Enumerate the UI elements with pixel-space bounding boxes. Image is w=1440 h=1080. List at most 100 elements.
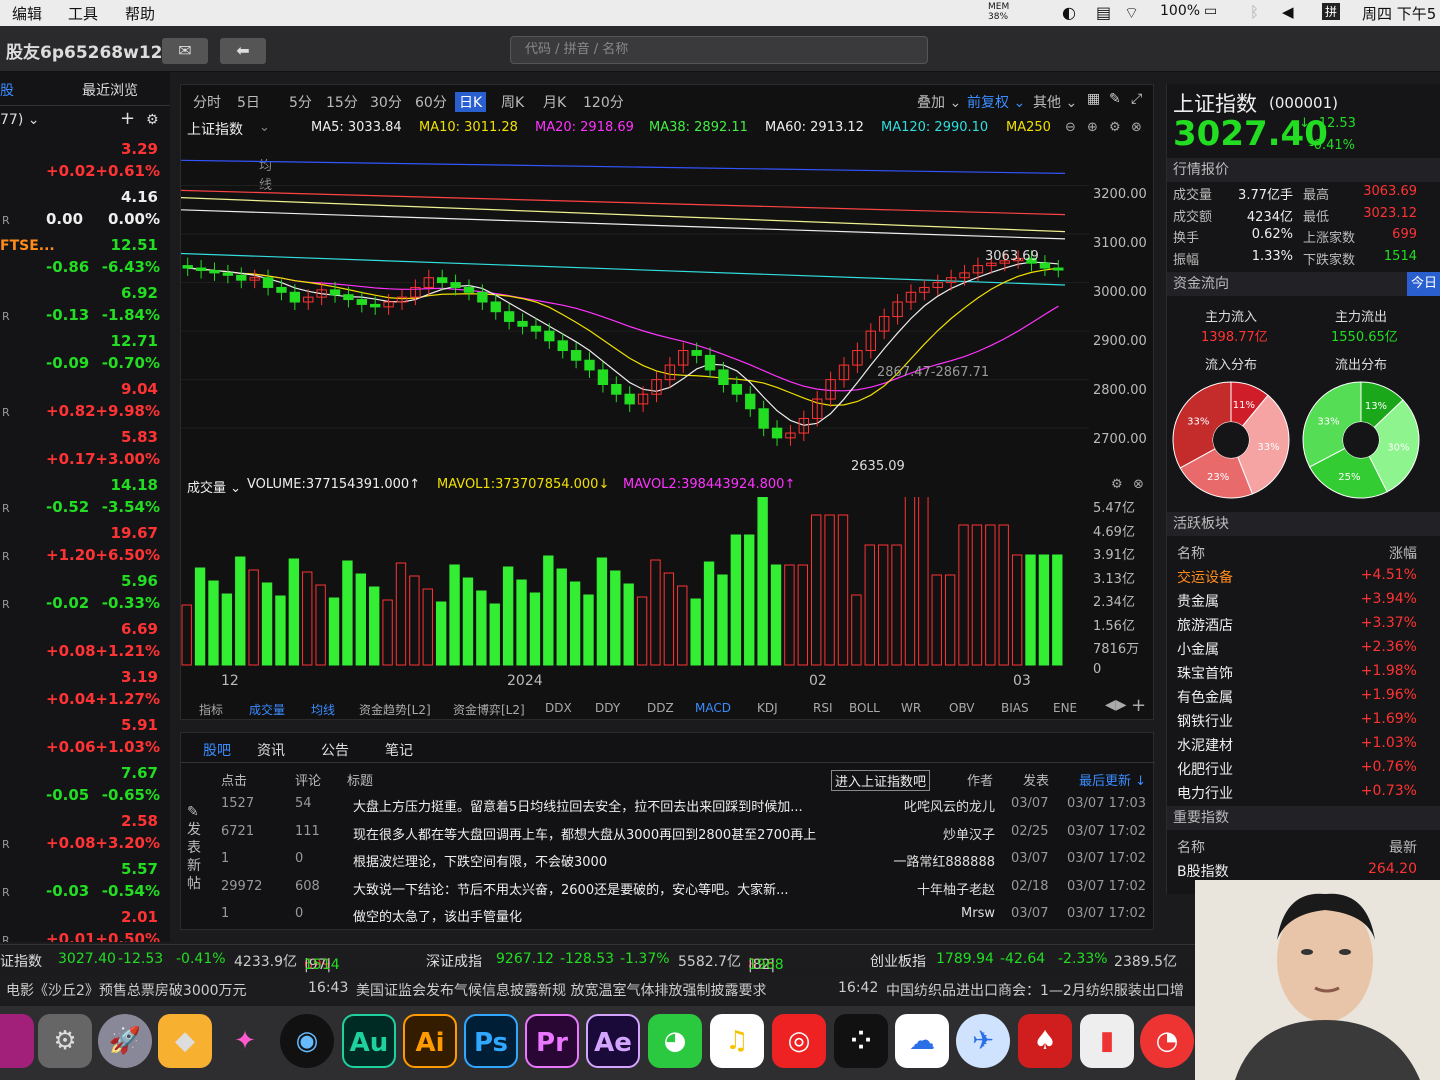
sector-row[interactable]: 小金属 +2.36% [1167, 636, 1440, 660]
stock-row[interactable]: 3.19 +0.04 +1.27% [0, 668, 170, 716]
settings-icon[interactable]: ⚙ [1109, 120, 1121, 135]
post-author[interactable]: Mrsw [881, 906, 995, 921]
indicator-tab[interactable]: RSI [813, 701, 833, 715]
period-tab[interactable]: 月K [543, 92, 566, 112]
col-clicks[interactable]: 点击 [221, 770, 247, 789]
draw-icon[interactable]: ✎ [1109, 91, 1121, 107]
forum-row[interactable]: 1 0 根据波烂理论，下跌空间有限，不会破3000 一路常红888888 03/07 03… [181, 846, 1155, 873]
username[interactable]: 股友6p65268w12 [6, 38, 163, 63]
volume-close-icon[interactable]: ⊗ [1133, 477, 1144, 492]
post-title[interactable]: 根据波烂理论，下跌空间有限，不会破3000 [353, 851, 853, 870]
indicator-tab[interactable]: DDX [545, 701, 572, 715]
period-tab[interactable]: 60分 [415, 92, 447, 112]
baidu-netdisk-icon[interactable]: ☁ [895, 1014, 949, 1068]
tab-self[interactable]: 股 [0, 80, 14, 100]
system-prefs-icon[interactable]: ⚙ [38, 1014, 92, 1068]
indicator-tab[interactable]: DDY [595, 701, 620, 715]
period-tab[interactable]: 15分 [326, 92, 358, 112]
illustrator-icon[interactable]: Ai [403, 1014, 457, 1068]
wifi-icon[interactable]: ⌔ [1124, 3, 1139, 23]
period-tab[interactable]: 日K [455, 92, 487, 112]
volume-dropdown[interactable]: 成交量 ⌄ [187, 477, 241, 496]
forum-row[interactable]: 1527 54 大盘上方压力挺重。留意着5日均线拉回去安全，拉不回去出来回踩到时候加… [181, 791, 1155, 818]
stock-row[interactable]: 19.67 +1.20 +6.50% R [0, 524, 170, 572]
forum-tab[interactable]: 资讯 [257, 740, 285, 760]
group-selector[interactable]: 77) ⌄ + ⚙ [0, 108, 170, 132]
chart-app-icon[interactable]: ▮ [1080, 1014, 1134, 1068]
key-index-row[interactable]: B股指数 264.20 [1167, 858, 1440, 882]
photoshop-icon[interactable]: Ps [464, 1014, 518, 1068]
clock[interactable]: 周四 下午5 [1362, 3, 1436, 24]
indicator-tab[interactable]: 成交量 [249, 701, 285, 718]
col-updated[interactable]: 最后更新 ↓ [1079, 770, 1146, 789]
sketch-icon[interactable]: ◆ [158, 1014, 212, 1068]
tab-recent[interactable]: 最近浏览 [82, 80, 138, 100]
monitor-icon[interactable]: ▤ [1096, 3, 1111, 22]
stock-row[interactable]: 6.69 +0.08 +1.21% [0, 620, 170, 668]
qqmusic-icon[interactable]: ♫ [710, 1014, 764, 1068]
sector-row[interactable]: 有色金属 +1.96% [1167, 684, 1440, 708]
back-arrow-icon[interactable]: ⬅ [220, 38, 266, 64]
stock-row[interactable]: 7.67 -0.05 -0.65% [0, 764, 170, 812]
search-input[interactable]: 代码 / 拼音 / 名称 [510, 36, 928, 64]
close-icon[interactable]: ⊗ [1131, 120, 1142, 135]
post-title[interactable]: 大盘上方压力挺重。留意着5日均线拉回去安全，拉不回去出来回踩到时候加... [353, 796, 853, 815]
period-tab[interactable]: 分时 [193, 92, 221, 112]
post-title[interactable]: 大致说一下结论：节后不用太兴奋，2600还是要破的，安心等吧。大家新... [353, 879, 853, 898]
collapse-icon[interactable]: ⊖ [1065, 120, 1076, 135]
menu-edit[interactable]: 编辑 [12, 3, 42, 24]
volume-chart[interactable] [181, 497, 1089, 669]
wechat-icon[interactable]: ◕ [648, 1014, 702, 1068]
sector-row[interactable]: 交运设备 +4.51% [1167, 564, 1440, 588]
sparkle-icon[interactable]: ✦ [218, 1014, 272, 1068]
post-author[interactable]: 叱咤风云的龙儿 [881, 796, 995, 815]
stock-row[interactable]: 5.96 -0.02 -0.33% R [0, 572, 170, 620]
menu-tools[interactable]: 工具 [68, 3, 98, 24]
forum-row[interactable]: 29972 608 大致说一下结论：节后不用太兴奋，2600还是要破的，安心等吧。大… [181, 874, 1155, 901]
stock-row[interactable]: 5.83 +0.17 +3.00% [0, 428, 170, 476]
col-comments[interactable]: 评论 [295, 770, 321, 789]
sector-row[interactable]: 电力行业 +0.73% [1167, 780, 1440, 804]
stock-row[interactable]: 3.29 +0.02 +0.61% [0, 140, 170, 188]
stock-row[interactable]: 4.16 0.00 0.00% R [0, 188, 170, 236]
stock-row[interactable]: 14.18 -0.52 -3.54% R [0, 476, 170, 524]
ticker-sh-name[interactable]: 证指数 [0, 951, 42, 971]
battery-icon[interactable]: ▭ [1204, 3, 1217, 19]
bluetooth-icon[interactable]: ᛒ [1250, 3, 1259, 21]
indicator-tab[interactable]: 指标 [199, 701, 223, 718]
stock-row[interactable]: 5.91 +0.06 +1.03% [0, 716, 170, 764]
input-method-icon[interactable]: 拼 [1322, 3, 1341, 20]
post-author[interactable]: 一路常红888888 [881, 851, 995, 870]
headline-2[interactable]: 美国证监会发布气候信息披露新规 放宽温室气体排放强制披露要求 [356, 980, 766, 1000]
forum-tab[interactable]: 股吧 [203, 740, 231, 760]
add-indicator-icon[interactable]: + [1131, 695, 1146, 716]
indicator-tab[interactable]: 均线 [311, 701, 335, 718]
indicator-tab[interactable]: 资金博弈[L2] [453, 701, 525, 718]
sector-row[interactable]: 钢铁行业 +1.69% [1167, 708, 1440, 732]
grid-icon[interactable]: ▦ [1087, 91, 1100, 107]
sector-row[interactable]: 旅游酒店 +3.37% [1167, 612, 1440, 636]
gear-icon[interactable]: ⚙ [146, 112, 159, 128]
today-button[interactable]: 今日 [1406, 272, 1440, 296]
period-tab[interactable]: 5日 [237, 92, 260, 112]
indicator-tab[interactable]: DDZ [647, 701, 674, 715]
forum-row[interactable]: 6721 111 现在很多人都在等大盘回调再上车，都想大盘从3000再回到2800甚… [181, 819, 1155, 846]
sector-row[interactable]: 水泥建材 +1.03% [1167, 732, 1440, 756]
volume-icon[interactable]: ◀ [1282, 3, 1294, 21]
indicator-tab[interactable]: MACD [695, 701, 731, 715]
period-tab[interactable]: 周K [501, 92, 524, 112]
candlestick-chart[interactable] [181, 137, 1089, 475]
fullscreen-icon[interactable]: ⤢ [1131, 91, 1142, 107]
audition-icon[interactable]: Au [342, 1014, 396, 1068]
ticker-sz-name[interactable]: 深证成指 [426, 951, 482, 971]
netease-music-icon[interactable]: ◎ [772, 1014, 826, 1068]
post-title[interactable]: 现在很多人都在等大盘回调再上车，都想大盘从3000再回到2800甚至2700再上 [353, 824, 853, 843]
headline-3[interactable]: 中国纺织品进出口商会：1—2月纺织服装出口增 [886, 980, 1184, 1000]
headline-1[interactable]: 电影《沙丘2》预售总票房破3000万元 [6, 980, 247, 1000]
firefox-icon[interactable] [0, 1014, 34, 1068]
feishu-icon[interactable]: ✈ [956, 1014, 1010, 1068]
menu-help[interactable]: 帮助 [125, 3, 155, 24]
indicator-tab[interactable]: BOLL [849, 701, 880, 715]
stock-row[interactable]: 6.92 -0.13 -1.84% R [0, 284, 170, 332]
cinema4d-icon[interactable]: ◉ [280, 1014, 334, 1068]
